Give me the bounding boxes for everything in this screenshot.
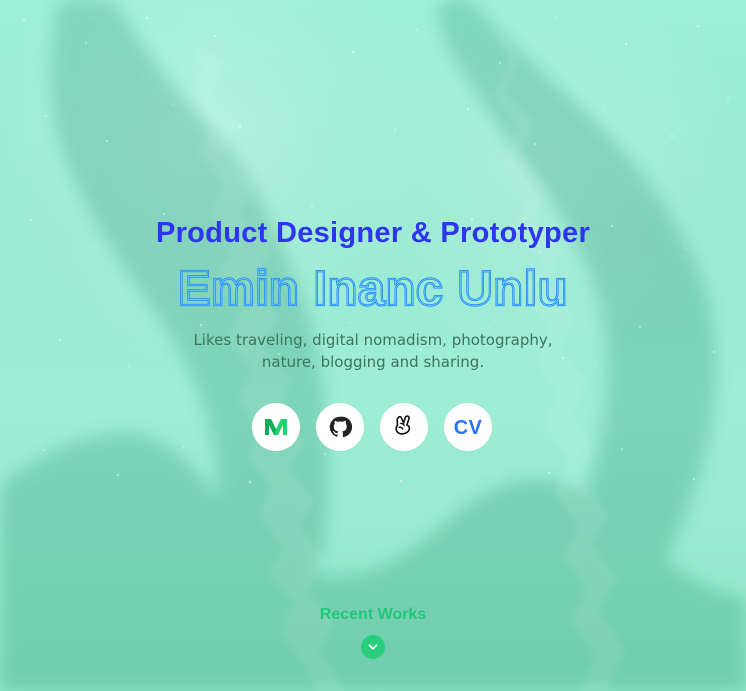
medium-icon — [265, 419, 287, 435]
profile-name-inner: Emin Inanc Unlu — [178, 262, 568, 316]
cv-label: CV — [453, 416, 483, 439]
page-subtitle: Product Designer & Prototyper — [155, 217, 591, 249]
bio-line-2: nature, blogging and sharing. — [261, 353, 485, 371]
hero-content: Product Designer & Prototyper Emin Inanc… — [0, 0, 746, 691]
cv-button[interactable]: CV — [444, 403, 492, 451]
chevron-down-icon — [368, 644, 378, 650]
social-links: CV — [252, 403, 494, 453]
github-button[interactable] — [316, 403, 364, 451]
recent-works-label[interactable]: Recent Works — [0, 604, 746, 626]
angellist-icon — [395, 415, 411, 435]
profile-name: Emin Inanc Unlu Emin Inanc Unlu — [136, 261, 610, 317]
github-icon — [329, 416, 352, 438]
bio-line-1: Likes traveling, digital nomadism, photo… — [193, 331, 553, 349]
scroll-down-button[interactable] — [361, 635, 385, 659]
medium-button[interactable] — [252, 403, 300, 451]
angellist-button[interactable] — [380, 403, 428, 451]
bio-text: Likes traveling, digital nomadism, photo… — [173, 329, 573, 373]
